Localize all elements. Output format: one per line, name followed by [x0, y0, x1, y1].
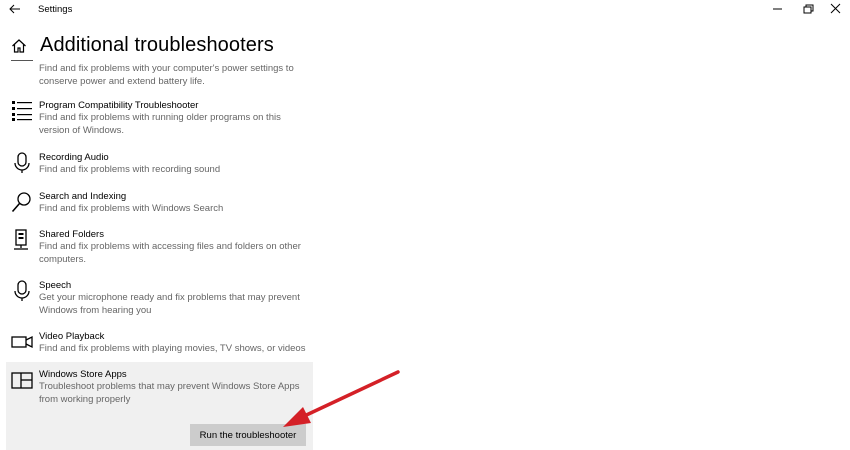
item-name: Windows Store Apps [39, 369, 127, 380]
run-troubleshooter-button[interactable]: Run the troubleshooter [190, 424, 306, 446]
microphone-icon [14, 152, 30, 173]
back-arrow-icon[interactable] [8, 2, 22, 16]
search-icon [11, 192, 31, 213]
video-icon [11, 335, 33, 349]
minimize-icon[interactable] [770, 2, 786, 16]
item-description: Find and fix problems with running older… [39, 112, 281, 136]
item-description: Find and fix problems with playing movie… [39, 343, 306, 354]
restore-icon[interactable] [800, 2, 816, 16]
item-description: Find and fix problems with Windows Searc… [39, 203, 224, 214]
troubleshooter-item-speech[interactable]: Speech Get your microphone ready and fix… [6, 280, 313, 320]
partial-icon [11, 60, 33, 61]
item-name: Shared Folders [39, 229, 104, 240]
troubleshooter-item-shared-folders[interactable]: Shared Folders Find and fix problems wit… [6, 229, 313, 269]
item-name: Program Compatibility Troubleshooter [39, 100, 199, 111]
troubleshooter-item-recording-audio[interactable]: Recording Audio Find and fix problems wi… [6, 152, 313, 182]
item-name: Search and Indexing [39, 191, 127, 202]
troubleshooter-item-search-indexing[interactable]: Search and Indexing Find and fix problem… [6, 191, 313, 221]
troubleshooter-item-video-playback[interactable]: Video Playback Find and fix problems wit… [6, 331, 313, 357]
shared-folder-icon [14, 229, 28, 250]
microphone-icon [14, 280, 30, 301]
item-name: Recording Audio [39, 152, 109, 163]
close-icon[interactable] [828, 2, 844, 16]
store-apps-icon [11, 372, 33, 389]
item-name: Video Playback [39, 331, 105, 342]
app-title: Settings [38, 4, 73, 15]
item-description: Find and fix problems with accessing fil… [39, 241, 301, 265]
power-item-description: Find and fix problems with your computer… [39, 63, 294, 87]
title-bar: Settings [0, 0, 850, 20]
list-icon [12, 101, 32, 121]
item-description: Troubleshoot problems that may prevent W… [39, 381, 300, 405]
home-icon[interactable] [11, 38, 27, 54]
item-description: Get your microphone ready and fix proble… [39, 292, 300, 316]
troubleshooter-item-windows-store-apps[interactable]: Windows Store Apps Troubleshoot problems… [6, 369, 313, 409]
item-description: Find and fix problems with recording sou… [39, 164, 221, 175]
troubleshooter-item-program-compatibility[interactable]: Program Compatibility Troubleshooter Fin… [6, 100, 313, 140]
page-title: Additional troubleshooters [40, 34, 274, 56]
item-name: Speech [39, 280, 72, 291]
